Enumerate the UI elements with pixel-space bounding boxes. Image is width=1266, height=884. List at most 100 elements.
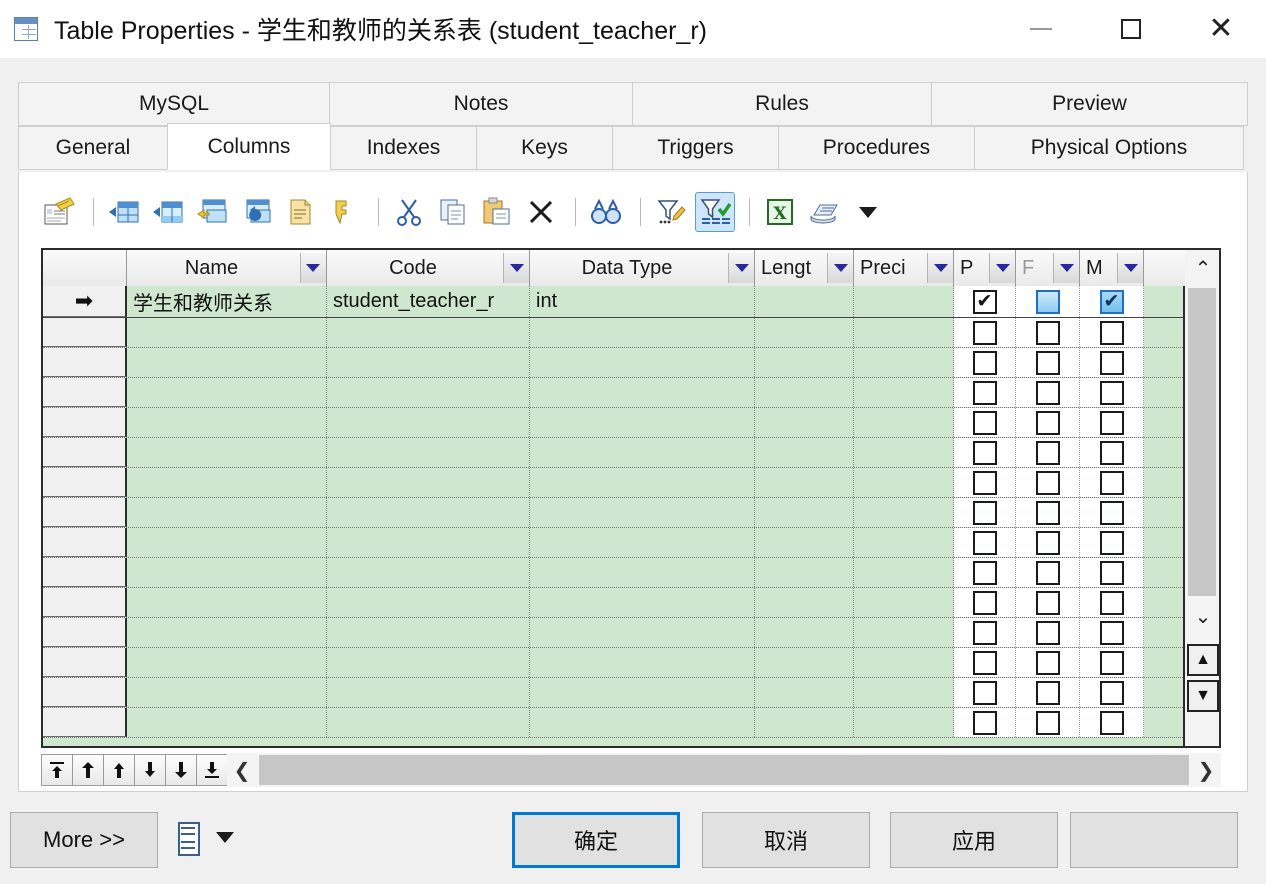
cell-precision[interactable] <box>854 408 954 437</box>
cell-m[interactable] <box>1080 318 1144 347</box>
tab-preview[interactable]: Preview <box>931 82 1248 126</box>
cell-m[interactable] <box>1080 558 1144 587</box>
cell-name[interactable]: 学生和教师关系 <box>127 286 327 317</box>
cell-marker[interactable] <box>43 648 127 677</box>
row-marker-cell[interactable]: ➡ <box>43 286 127 317</box>
cell-m[interactable] <box>1080 498 1144 527</box>
table-row[interactable] <box>43 618 1219 648</box>
table-row[interactable] <box>43 348 1219 378</box>
p-checkbox[interactable] <box>973 651 997 675</box>
cell-length[interactable] <box>755 528 854 557</box>
cell-p[interactable] <box>954 498 1016 527</box>
page-up-button[interactable]: ▲ <box>1187 644 1219 676</box>
m-checkbox[interactable] <box>1100 411 1124 435</box>
f-checkbox[interactable] <box>1036 471 1060 495</box>
cell-marker[interactable] <box>43 378 127 407</box>
cell-precision[interactable] <box>854 558 954 587</box>
cell-length[interactable] <box>755 438 854 467</box>
properties-icon[interactable] <box>39 192 79 232</box>
cell-datatype[interactable] <box>530 468 755 497</box>
grid-vertical-scrollbar[interactable]: ⌃ ⌄ ▲ ▼ <box>1183 286 1219 746</box>
cell-f[interactable] <box>1016 558 1080 587</box>
cell-code[interactable] <box>327 618 530 647</box>
cell-datatype[interactable] <box>530 618 755 647</box>
cell-marker[interactable] <box>43 678 127 707</box>
refresh-table-icon[interactable] <box>236 192 276 232</box>
more-button[interactable]: More >> <box>10 812 158 868</box>
grid-header-foreign[interactable]: F <box>1016 250 1080 286</box>
move-up-button[interactable] <box>103 754 135 786</box>
cell-p[interactable] <box>954 408 1016 437</box>
cell-datatype[interactable] <box>530 318 755 347</box>
tab-rules[interactable]: Rules <box>632 82 932 126</box>
primary-checkbox[interactable]: ✔ <box>973 290 997 314</box>
cell-marker[interactable] <box>43 558 127 587</box>
cell-name[interactable] <box>127 678 327 707</box>
move-to-bottom-button[interactable] <box>196 754 228 786</box>
table-row[interactable] <box>43 588 1219 618</box>
cell-length[interactable] <box>755 468 854 497</box>
cell-precision[interactable] <box>854 318 954 347</box>
cell-tail[interactable] <box>1144 588 1187 617</box>
chevron-down-icon[interactable] <box>827 253 853 283</box>
cell-m[interactable] <box>1080 528 1144 557</box>
insert-row-icon[interactable] <box>104 192 144 232</box>
cell-data-type[interactable]: int <box>530 286 755 317</box>
find-icon[interactable] <box>586 192 626 232</box>
tab-physical-options[interactable]: Physical Options <box>974 126 1244 170</box>
chevron-down-icon[interactable] <box>216 832 234 843</box>
key-icon[interactable] <box>324 192 364 232</box>
cell-length[interactable] <box>755 318 854 347</box>
m-checkbox[interactable] <box>1100 711 1124 735</box>
cell-m[interactable] <box>1080 678 1144 707</box>
copy-icon[interactable] <box>433 192 473 232</box>
cell-p[interactable] <box>954 468 1016 497</box>
cell-name[interactable] <box>127 318 327 347</box>
cell-code[interactable] <box>327 588 530 617</box>
table-row[interactable] <box>43 678 1219 708</box>
cell-marker[interactable] <box>43 438 127 467</box>
cell-precision[interactable] <box>854 378 954 407</box>
cell-code[interactable] <box>327 708 530 737</box>
cell-f[interactable] <box>1016 708 1080 737</box>
cell-name[interactable] <box>127 708 327 737</box>
cell-tail[interactable] <box>1144 378 1187 407</box>
grid-header-primary[interactable]: P <box>954 250 1016 286</box>
cell-code[interactable] <box>327 378 530 407</box>
grid-header-mandatory[interactable]: M <box>1080 250 1144 286</box>
cell-marker[interactable] <box>43 618 127 647</box>
cell-datatype[interactable] <box>530 498 755 527</box>
grid-header-precision[interactable]: Preci <box>854 250 954 286</box>
f-checkbox[interactable] <box>1036 561 1060 585</box>
cell-m[interactable] <box>1080 648 1144 677</box>
cell-tail[interactable] <box>1144 678 1187 707</box>
grid-header-code[interactable]: Code <box>327 250 530 286</box>
m-checkbox[interactable] <box>1100 591 1124 615</box>
cell-p[interactable] <box>954 558 1016 587</box>
table-row[interactable] <box>43 528 1219 558</box>
cell-p[interactable] <box>954 438 1016 467</box>
chevron-down-icon[interactable] <box>1117 253 1143 283</box>
cell-length[interactable] <box>755 708 854 737</box>
delete-icon[interactable] <box>521 192 561 232</box>
cell-code[interactable] <box>327 558 530 587</box>
tab-indexes[interactable]: Indexes <box>330 126 477 170</box>
m-checkbox[interactable] <box>1100 531 1124 555</box>
cell-marker[interactable] <box>43 318 127 347</box>
f-checkbox[interactable] <box>1036 591 1060 615</box>
table-row[interactable]: ➡ 学生和教师关系 student_teacher_r int ✔ ✔ <box>43 286 1219 318</box>
cell-m[interactable] <box>1080 348 1144 377</box>
cell-datatype[interactable] <box>530 708 755 737</box>
chevron-down-icon[interactable] <box>1053 253 1079 283</box>
p-checkbox[interactable] <box>973 501 997 525</box>
cell-tail[interactable] <box>1144 618 1187 647</box>
tab-triggers[interactable]: Triggers <box>612 126 779 170</box>
cell-tail[interactable] <box>1144 348 1187 377</box>
move-up-fast-button[interactable] <box>72 754 104 786</box>
p-checkbox[interactable] <box>973 441 997 465</box>
chevron-down-icon[interactable] <box>300 253 326 283</box>
cell-marker[interactable] <box>43 498 127 527</box>
cell-code[interactable] <box>327 468 530 497</box>
p-checkbox[interactable] <box>973 711 997 735</box>
cell-p[interactable] <box>954 618 1016 647</box>
